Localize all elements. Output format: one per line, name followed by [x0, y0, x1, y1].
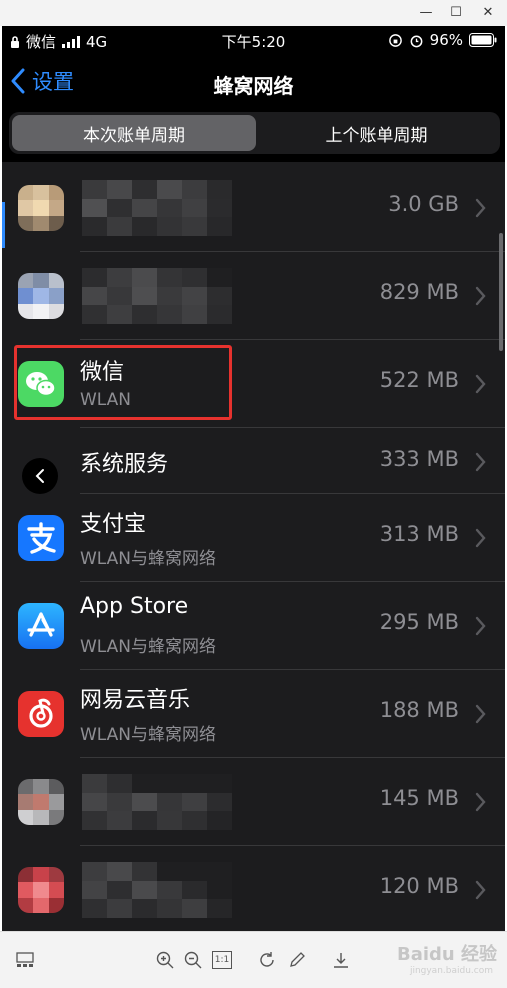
watermark-url: jingyan.baidu.com — [409, 966, 493, 976]
list-item-alipay[interactable]: 支付宝 WLAN与蜂窝网络 313 MB — [2, 494, 505, 582]
scroll-edge-indicator — [2, 202, 5, 248]
thumbnail-icon[interactable] — [14, 949, 36, 971]
list-item[interactable]: 120 MB — [2, 846, 505, 931]
list-item-system-services[interactable]: 系统服务 333 MB — [2, 428, 505, 494]
app-name: 网易云音乐 — [80, 688, 191, 713]
chevron-right-icon — [475, 704, 486, 724]
battery-icon — [469, 33, 497, 47]
actual-size-button[interactable]: 1:1 — [212, 951, 232, 969]
chevron-right-icon — [475, 452, 486, 472]
window-title-bar: — ☐ ✕ — [0, 0, 507, 26]
battery-percent: 96% — [429, 31, 463, 49]
app-network-type: WLAN与蜂窝网络 — [80, 549, 217, 569]
blurred-app-name — [82, 774, 232, 830]
chevron-right-icon — [475, 616, 486, 636]
app-network-type: WLAN与蜂窝网络 — [80, 637, 217, 657]
list-item-netease-music[interactable]: 网易云音乐 WLAN与蜂窝网络 188 MB — [2, 670, 505, 758]
blurred-app-icon — [18, 779, 64, 825]
blurred-app-icon — [18, 185, 64, 231]
blurred-app-icon — [18, 867, 64, 913]
data-usage-size: 120 MB — [379, 874, 459, 898]
data-usage-size: 333 MB — [379, 447, 459, 471]
data-usage-size: 522 MB — [379, 368, 459, 392]
list-item-app-store[interactable]: App Store WLAN与蜂窝网络 295 MB — [2, 582, 505, 670]
list-item[interactable]: 145 MB — [2, 758, 505, 846]
data-usage-size: 313 MB — [379, 522, 459, 546]
blurred-app-name — [82, 180, 232, 236]
blurred-app-name — [82, 862, 232, 918]
chevron-left-icon — [35, 469, 44, 483]
baidu-watermark: Baidu 经验 — [396, 944, 497, 965]
segment-previous-period[interactable]: 上个账单周期 — [256, 115, 497, 151]
page-title: 蜂窝网络 — [213, 74, 294, 98]
data-usage-size: 295 MB — [379, 610, 459, 634]
chevron-right-icon — [475, 792, 486, 812]
app-name: 支付宝 — [80, 512, 147, 537]
alipay-icon — [18, 515, 64, 561]
blurred-app-icon — [18, 273, 64, 319]
scrollbar[interactable] — [499, 233, 503, 351]
app-name: 系统服务 — [80, 452, 169, 477]
zoom-in-icon[interactable] — [154, 949, 176, 971]
data-usage-size: 145 MB — [379, 786, 459, 810]
app-name: App Store — [80, 594, 189, 619]
chevron-right-icon — [475, 198, 486, 218]
navigation-bar: 设置 蜂窝网络 — [2, 60, 505, 106]
chevron-right-icon — [475, 374, 486, 394]
rotate-icon[interactable] — [256, 949, 278, 971]
data-usage-size: 188 MB — [379, 698, 459, 722]
edit-pencil-icon[interactable] — [286, 949, 308, 971]
alarm-icon — [410, 35, 423, 47]
zoom-out-icon[interactable] — [182, 949, 204, 971]
netease-music-icon — [18, 691, 64, 737]
app-store-icon — [18, 603, 64, 649]
data-usage-size: 829 MB — [379, 280, 459, 304]
maximize-button[interactable]: ☐ — [440, 0, 472, 24]
floating-back-button[interactable] — [22, 458, 58, 494]
segment-current-period[interactable]: 本次账单周期 — [12, 115, 256, 151]
chevron-right-icon — [475, 286, 486, 306]
list-item[interactable]: 829 MB — [2, 252, 505, 340]
close-button[interactable]: ✕ — [472, 0, 504, 24]
chevron-right-icon — [475, 880, 486, 900]
blurred-app-name — [82, 268, 232, 324]
download-icon[interactable] — [330, 949, 352, 971]
status-bar: 微信 4G 下午5:20 96% — [2, 26, 505, 56]
image-viewer-toolbar: 1:1 Baidu 经验 jingyan.baidu.com — [0, 931, 507, 988]
wechat-highlight-box — [14, 345, 232, 420]
data-usage-size: 3.0 GB — [388, 192, 459, 216]
app-usage-list: 3.0 GB 829 MB 微信 WLAN 522 MB 系统服务 333 MB… — [2, 162, 505, 931]
app-network-type: WLAN与蜂窝网络 — [80, 725, 217, 745]
chevron-right-icon — [475, 528, 486, 548]
rotation-lock-icon — [388, 33, 402, 47]
minimize-button[interactable]: — — [410, 0, 442, 24]
billing-period-segmented-control: 本次账单周期 上个账单周期 — [9, 112, 500, 154]
list-item[interactable]: 3.0 GB — [2, 164, 505, 252]
phone-screen: 微信 4G 下午5:20 96% 设置 蜂窝网络 本次账单周期 上个账单周期 3… — [2, 26, 505, 931]
